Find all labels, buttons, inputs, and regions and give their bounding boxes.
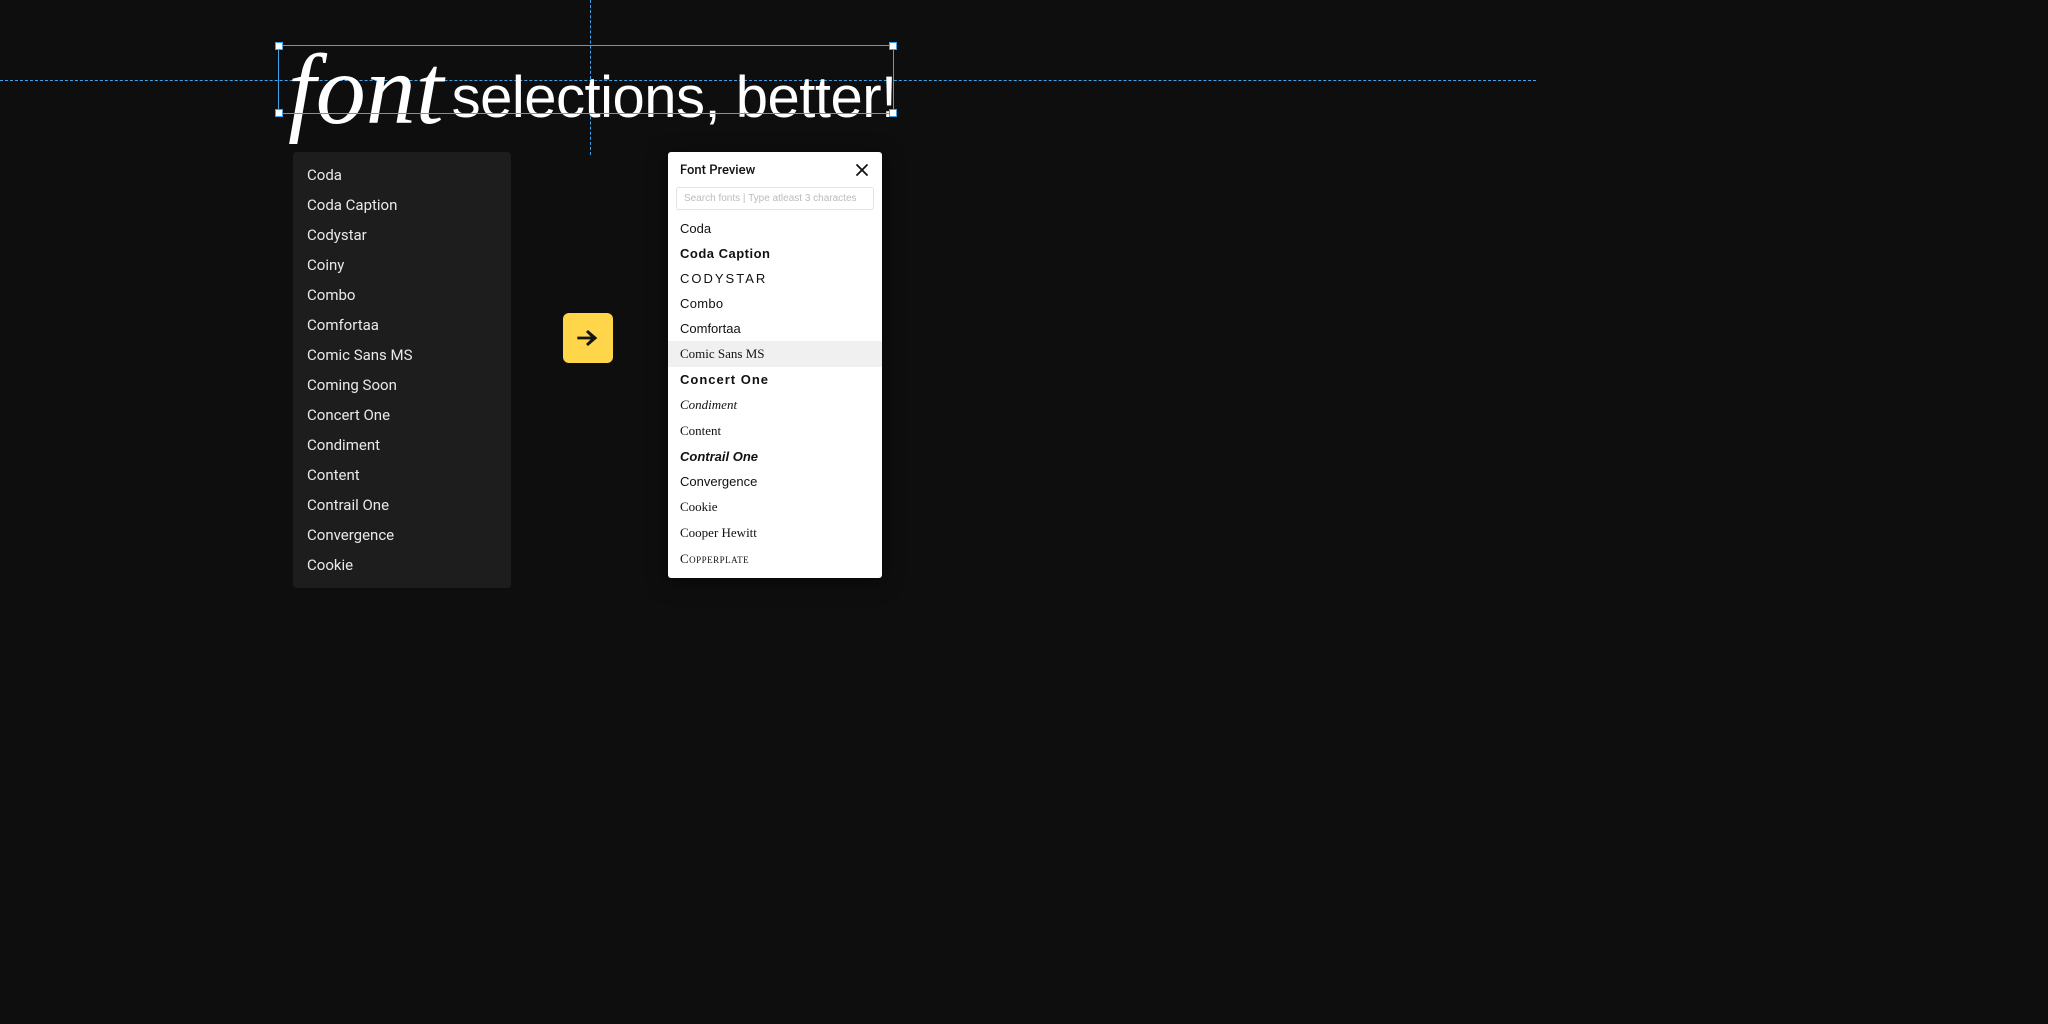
font-preview-item[interactable]: Comic Sans MS [668, 341, 882, 367]
font-search-wrapper [668, 186, 882, 214]
font-list-item[interactable]: Codystar [293, 220, 511, 250]
font-list-item[interactable]: Coda [293, 160, 511, 190]
font-list-item[interactable]: Coda Caption [293, 190, 511, 220]
arrow-right-icon [563, 313, 613, 363]
font-preview-item[interactable]: Content [668, 418, 882, 444]
font-preview-item[interactable]: Cookie [668, 494, 882, 520]
font-list-item[interactable]: Coming Soon [293, 370, 511, 400]
arrow-right-glyph [572, 322, 604, 354]
font-preview-item[interactable]: Contrail One [668, 444, 882, 469]
resize-handle-top-right[interactable] [889, 42, 897, 50]
font-preview-title: Font Preview [680, 163, 755, 178]
font-list-item[interactable]: Convergence [293, 520, 511, 550]
font-list-item[interactable]: Concert One [293, 400, 511, 430]
page-title: font selections, better! [288, 54, 897, 131]
font-preview-panel: Font Preview CodaCoda CaptionCODYSTARCom… [668, 152, 882, 578]
font-list-item[interactable]: Comfortaa [293, 310, 511, 340]
resize-handle-bottom-right[interactable] [889, 109, 897, 117]
font-preview-item[interactable]: Cooper Hewitt [668, 520, 882, 546]
font-list-item[interactable]: Coiny [293, 250, 511, 280]
font-list-item[interactable]: Contrail One [293, 490, 511, 520]
close-icon[interactable] [854, 162, 870, 178]
font-list-item[interactable]: Condiment [293, 430, 511, 460]
font-preview-item[interactable]: Concert One [668, 367, 882, 392]
font-preview-header: Font Preview [668, 152, 882, 186]
font-preview-item[interactable]: Coda [668, 216, 882, 241]
font-list-item[interactable]: Cookie [293, 550, 511, 580]
font-preview-item[interactable]: Convergence [668, 469, 882, 494]
font-preview-item[interactable]: CODYSTAR [668, 266, 882, 291]
horizontal-guide [0, 80, 1536, 81]
font-preview-item[interactable]: Coda Caption [668, 241, 882, 266]
font-list-item[interactable]: Comic Sans MS [293, 340, 511, 370]
font-preview-item[interactable]: Comfortaa [668, 316, 882, 341]
plain-font-list-panel: CodaCoda CaptionCodystarCoinyComboComfor… [293, 152, 511, 588]
title-script-word: font [288, 60, 444, 120]
font-list-item[interactable]: Content [293, 460, 511, 490]
font-preview-item[interactable]: Combo [668, 291, 882, 316]
resize-handle-bottom-left[interactable] [275, 109, 283, 117]
title-sans-text: selections, better! [452, 64, 897, 131]
font-search-input[interactable] [676, 187, 874, 210]
font-preview-item[interactable]: Copperplate [668, 546, 882, 572]
font-preview-list: CodaCoda CaptionCODYSTARComboComfortaaCo… [668, 214, 882, 578]
font-list-item[interactable]: Combo [293, 280, 511, 310]
vertical-guide [590, 0, 591, 155]
font-preview-item[interactable]: Condiment [668, 392, 882, 418]
resize-handle-top-left[interactable] [275, 42, 283, 50]
